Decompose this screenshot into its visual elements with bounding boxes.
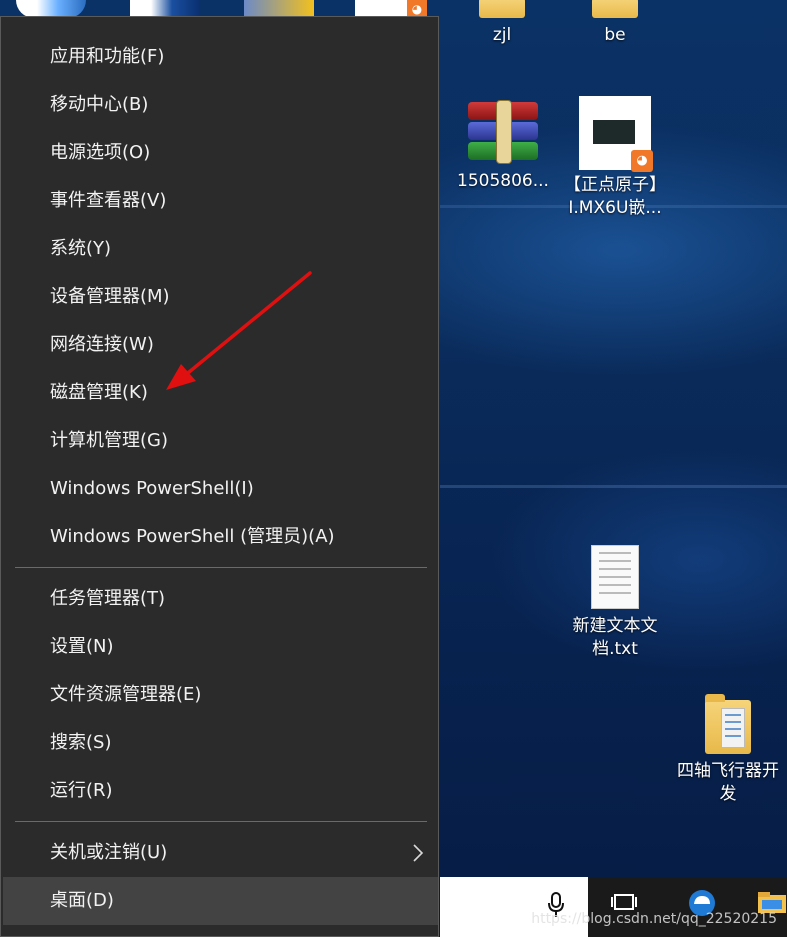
wallpaper-light-beam [440,485,787,488]
chevron-right-icon [413,844,424,862]
menu-item-system[interactable]: 系统(Y) [1,225,438,273]
menu-item-label: 设置(N) [50,636,114,657]
folder-icon [705,694,751,754]
menu-item-label: 关机或注销(U) [50,842,168,863]
menu-item-task-manager[interactable]: 任务管理器(T) [1,575,438,623]
menu-item-label: Windows PowerShell(I) [50,478,254,499]
winx-context-menu: 应用和功能(F) 移动中心(B) 电源选项(O) 事件查看器(V) 系统(Y) … [0,16,439,937]
winrar-archive-icon [468,100,538,164]
folder-icon [479,0,525,18]
menu-item-event-viewer[interactable]: 事件查看器(V) [1,177,438,225]
desktop-icon-label: 1505806... [457,171,549,191]
menu-item-powershell[interactable]: Windows PowerShell(I) [1,465,438,513]
menu-item-label: 任务管理器(T) [50,588,166,609]
menu-item-shutdown-signout[interactable]: 关机或注销(U) [1,829,438,877]
desktop-icon-textfile[interactable]: 新建文本文档.txt [560,545,670,661]
menu-item-apps-features[interactable]: 应用和功能(F) [1,33,438,81]
text-document-icon [591,545,639,609]
menu-item-label: 系统(Y) [50,238,112,259]
menu-item-label: 网络连接(W) [50,334,154,355]
menu-item-disk-management[interactable]: 磁盘管理(K) [1,369,438,417]
desktop-icon-be[interactable]: be [560,0,670,47]
menu-item-label: 移动中心(B) [50,94,149,115]
pdf-document-icon: ◕ [579,96,653,172]
menu-item-power-options[interactable]: 电源选项(O) [1,129,438,177]
menu-item-label: 电源选项(O) [50,142,151,163]
menu-item-label: 应用和功能(F) [50,46,165,67]
desktop-icon-label: zjl [492,25,512,45]
menu-separator [15,567,427,568]
folder-icon [592,0,638,18]
menu-item-desktop[interactable]: 桌面(D) [3,877,438,925]
menu-item-run[interactable]: 运行(R) [1,767,438,815]
menu-item-mobility-center[interactable]: 移动中心(B) [1,81,438,129]
menu-separator [15,821,427,822]
menu-item-label: 磁盘管理(K) [50,382,148,403]
menu-item-file-explorer[interactable]: 文件资源管理器(E) [1,671,438,719]
menu-item-label: 计算机管理(G) [50,430,168,451]
menu-item-settings[interactable]: 设置(N) [1,623,438,671]
menu-item-network-connections[interactable]: 网络连接(W) [1,321,438,369]
desktop-icon-quadcopter[interactable]: 四轴飞行器开发 [670,694,786,806]
desktop-icon-label: 新建文本文档.txt [572,616,658,659]
menu-item-label: 搜索(S) [50,732,112,753]
menu-item-label: Windows PowerShell (管理员)(A) [50,526,335,547]
menu-item-label: 桌面(D) [50,890,114,911]
menu-item-device-manager[interactable]: 设备管理器(M) [1,273,438,321]
menu-item-search[interactable]: 搜索(S) [1,719,438,767]
desktop-icon-archive[interactable]: 1505806... [448,100,558,193]
menu-item-label: 事件查看器(V) [50,190,167,211]
watermark: https://blog.csdn.net/qq_22520215 [531,911,777,927]
menu-item-label: 文件资源管理器(E) [50,684,202,705]
desktop-icon-zjl[interactable]: zjl [447,0,557,47]
menu-item-label: 设备管理器(M) [50,286,170,307]
desktop-icon-label: 四轴飞行器开发 [677,761,779,804]
desktop-icon-pdf[interactable]: ◕ 【正点原子】I.MX6U嵌... [560,96,670,220]
menu-item-powershell-admin[interactable]: Windows PowerShell (管理员)(A) [1,513,438,561]
desktop-icon-label: 【正点原子】I.MX6U嵌... [564,175,666,218]
menu-item-label: 运行(R) [50,780,113,801]
menu-item-computer-management[interactable]: 计算机管理(G) [1,417,438,465]
desktop-icon-label: be [604,25,626,45]
